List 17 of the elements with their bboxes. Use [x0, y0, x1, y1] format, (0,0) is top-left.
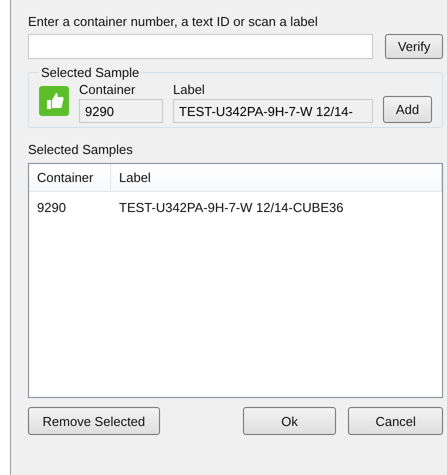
dialog-button[interactable]: Cancel — [348, 407, 444, 435]
column-header[interactable]: Label — [111, 164, 442, 191]
container-field[interactable]: 9290 — [79, 99, 163, 123]
dialog-button[interactable]: Remove Selected — [28, 407, 160, 435]
group-title: Selected Sample — [40, 65, 140, 80]
add-button[interactable]: Add — [383, 96, 432, 123]
label-label: Label — [173, 82, 206, 97]
dialog-button[interactable]: Ok — [242, 407, 336, 435]
list-title: Selected Samples — [28, 142, 134, 157]
search-field[interactable] — [28, 34, 374, 59]
prompt-label: Enter a container number, a text ID or scan a label — [28, 14, 319, 29]
container-label: Container — [79, 82, 136, 97]
column-header[interactable]: Container — [29, 164, 111, 191]
table-cell-text: 9290 — [36, 200, 67, 214]
label-field[interactable]: TEST-U342PA-9H-7-W 12/14- — [173, 99, 373, 123]
table-cell-text: TEST-U342PA-9H-7-W 12/14-CUBE36 — [118, 200, 344, 214]
verify-button[interactable]: Verify — [385, 34, 443, 59]
